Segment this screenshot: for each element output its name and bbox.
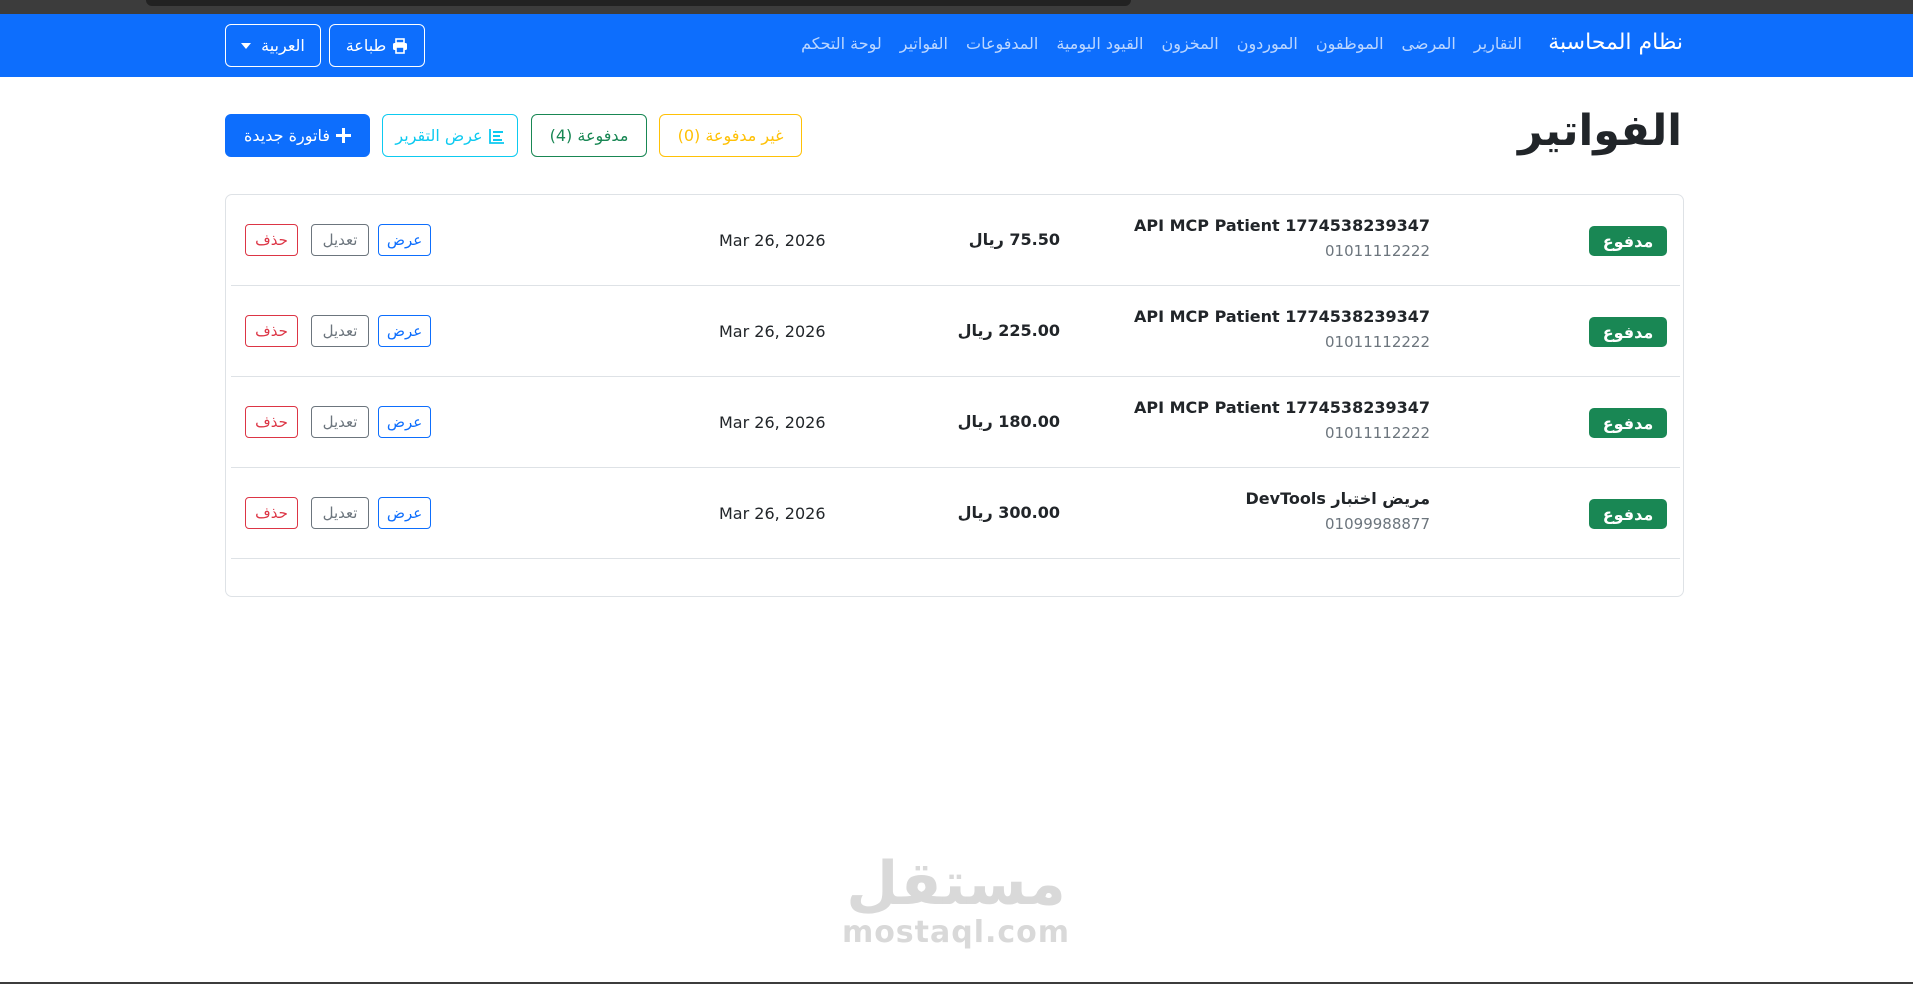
plus-icon <box>335 128 351 143</box>
edit-button[interactable]: تعديل <box>311 497 369 529</box>
invoice-date: Mar 26, 2026 <box>719 504 826 523</box>
navbar: نظام المحاسبة لوحة التحكم الفواتير المدف… <box>0 14 1913 77</box>
view-button[interactable]: عرض <box>378 497 431 529</box>
invoice-row: مدفوع API MCP Patient 1774538239347 0101… <box>231 195 1680 286</box>
page-title: الفواتير <box>1518 106 1682 156</box>
printer-icon <box>392 37 408 54</box>
invoice-date: Mar 26, 2026 <box>719 322 826 341</box>
edit-button[interactable]: تعديل <box>311 315 369 347</box>
new-invoice-label: فاتورة جديدة <box>244 126 330 145</box>
nav-link-suppliers[interactable]: الموردون <box>1237 34 1298 53</box>
language-label: العربية <box>261 36 305 55</box>
patient-name: API MCP Patient 1774538239347 <box>1133 216 1430 235</box>
status-badge: مدفوع <box>1589 408 1667 438</box>
view-report-label: عرض التقرير <box>395 126 483 145</box>
invoice-date: Mar 26, 2026 <box>719 231 826 250</box>
edit-button[interactable]: تعديل <box>311 406 369 438</box>
invoice-amount: 300.00 ريال <box>957 503 1060 522</box>
navbar-brand[interactable]: نظام المحاسبة <box>1548 30 1683 55</box>
unpaid-filter-button[interactable]: غير مدفوعة (0) <box>659 114 802 157</box>
delete-button[interactable]: حذف <box>245 224 298 256</box>
invoice-amount: 225.00 ريال <box>957 321 1060 340</box>
new-invoice-button[interactable]: فاتورة جديدة <box>225 114 370 157</box>
view-button[interactable]: عرض <box>378 224 431 256</box>
print-label: طباعة <box>345 36 387 55</box>
status-badge: مدفوع <box>1589 317 1667 347</box>
invoice-row: مدفوع مريض اختبار DevTools 01099988877 3… <box>231 468 1680 559</box>
watermark-latin: mostaql.com <box>841 915 1071 950</box>
delete-button[interactable]: حذف <box>245 315 298 347</box>
nav-link-reports[interactable]: التقارير <box>1474 34 1522 53</box>
caret-down-icon <box>241 42 252 49</box>
patient-name: API MCP Patient 1774538239347 <box>1133 398 1430 417</box>
patient-info: API MCP Patient 1774538239347 0101111222… <box>1134 307 1430 351</box>
nav-link-payments[interactable]: المدفوعات <box>966 34 1038 53</box>
page: نظام المحاسبة لوحة التحكم الفواتير المدف… <box>0 0 1913 984</box>
invoice-date: Mar 26, 2026 <box>719 413 826 432</box>
bar-chart-icon <box>488 128 505 144</box>
nav-link-employees[interactable]: الموظفون <box>1316 34 1384 53</box>
nav-links: لوحة التحكم الفواتير المدفوعات القيود ال… <box>801 34 1522 53</box>
delete-button[interactable]: حذف <box>245 406 298 438</box>
invoices-list-card: مدفوع API MCP Patient 1774538239347 0101… <box>225 194 1684 597</box>
patient-phone: 01099988877 <box>1325 515 1430 533</box>
status-badge: مدفوع <box>1589 226 1667 256</box>
patient-phone: 01011112222 <box>1325 242 1430 260</box>
delete-button[interactable]: حذف <box>245 497 298 529</box>
patient-phone: 01011112222 <box>1325 333 1430 351</box>
paid-filter-button[interactable]: مدفوعة (4) <box>531 114 647 157</box>
browser-address-pill <box>146 0 1131 6</box>
patient-info: API MCP Patient 1774538239347 0101111222… <box>1134 216 1430 260</box>
edit-button[interactable]: تعديل <box>311 224 369 256</box>
patient-phone: 01011112222 <box>1325 424 1430 442</box>
status-badge: مدفوع <box>1589 499 1667 529</box>
invoice-amount: 75.50 ريال <box>968 230 1060 249</box>
browser-top-strip <box>0 0 1913 14</box>
patient-name: API MCP Patient 1774538239347 <box>1133 307 1430 326</box>
patient-info: مريض اختبار DevTools 01099988877 <box>1246 489 1430 533</box>
print-button[interactable]: طباعة <box>329 24 425 67</box>
language-dropdown[interactable]: العربية <box>225 24 321 67</box>
nav-link-invoices[interactable]: الفواتير <box>900 34 948 53</box>
patient-name: مريض اختبار DevTools <box>1245 489 1430 508</box>
view-report-button[interactable]: عرض التقرير <box>382 114 518 157</box>
nav-link-inventory[interactable]: المخزون <box>1161 34 1218 53</box>
patient-info: API MCP Patient 1774538239347 0101111222… <box>1134 398 1430 442</box>
view-button[interactable]: عرض <box>378 315 431 347</box>
invoice-row: مدفوع API MCP Patient 1774538239347 0101… <box>231 286 1680 377</box>
invoice-row: مدفوع API MCP Patient 1774538239347 0101… <box>231 377 1680 468</box>
watermark-arabic: مستقل <box>846 849 1066 919</box>
nav-link-journal-entries[interactable]: القيود اليومية <box>1056 34 1143 53</box>
nav-link-patients[interactable]: المرضى <box>1402 34 1456 53</box>
invoice-amount: 180.00 ريال <box>957 412 1060 431</box>
nav-link-dashboard[interactable]: لوحة التحكم <box>801 34 882 53</box>
mostaql-watermark: مستقل mostaql.com <box>840 852 1072 962</box>
view-button[interactable]: عرض <box>378 406 431 438</box>
